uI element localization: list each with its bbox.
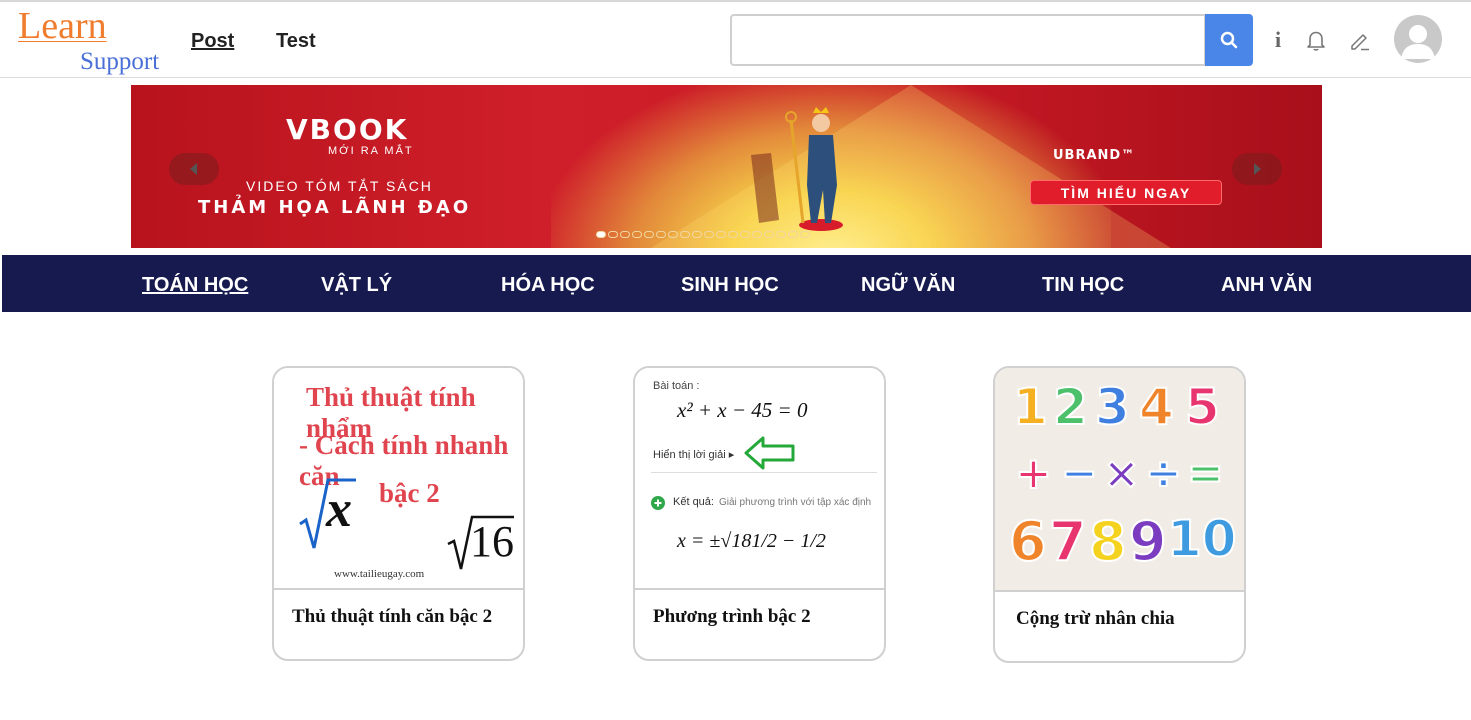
nav-post-link[interactable]: Post: [191, 30, 234, 53]
slide-dot[interactable]: [596, 231, 606, 238]
slide-dot[interactable]: [728, 231, 738, 238]
thumb-solution: x = ±√181/2 − 1/2: [677, 530, 826, 552]
banner-figure-illustration: [751, 107, 843, 231]
slide-dot[interactable]: [692, 231, 702, 238]
banner-line2: THẢM HỌA LÃNH ĐẠO: [198, 197, 472, 218]
card-title[interactable]: Phương trình bậc 2: [653, 606, 811, 628]
subject-tin-hoc[interactable]: TIN HỌC: [1042, 274, 1124, 297]
thumb-watermark: www.tailieugay.com: [334, 568, 425, 580]
slide-dot[interactable]: [608, 231, 618, 238]
pencil-icon[interactable]: [1348, 28, 1372, 52]
digit-10: 10: [1166, 509, 1238, 569]
subject-nav: TOÁN HỌC VẬT LÝ HÓA HỌC SINH HỌC NGỮ VĂN…: [2, 255, 1471, 312]
slide-dot[interactable]: [788, 231, 798, 238]
digit-5: 5: [1184, 377, 1221, 437]
slide-dot[interactable]: [668, 231, 678, 238]
logo-support-text[interactable]: Support: [80, 48, 159, 76]
thumb-line3: bậc 2: [379, 478, 440, 508]
subject-vat-ly[interactable]: VẬT LÝ: [321, 274, 392, 297]
chevron-left-icon[interactable]: [169, 153, 219, 185]
sqrt-x-text: x: [326, 481, 352, 538]
thumb-result-label: Kết quả:: [673, 496, 714, 508]
digit-6: 6: [1008, 509, 1048, 574]
card-thumbnail[interactable]: Bài toán : x² + x − 45 = 0 Hiển thị lời …: [635, 368, 884, 590]
slide-dot[interactable]: [716, 231, 726, 238]
sqrt-16-text: 16: [470, 517, 514, 566]
digit-1: 1: [1012, 377, 1049, 437]
banner-line1: VIDEO TÓM TẮT SÁCH: [246, 178, 433, 194]
card-thumbnail[interactable]: 1 2 3 4 5 + − × ÷ = 6 7 8 9 10: [995, 368, 1244, 592]
slide-dot[interactable]: [656, 231, 666, 238]
site-logo[interactable]: Learn Support: [18, 4, 168, 76]
slide-dot[interactable]: [680, 231, 690, 238]
search-button[interactable]: [1205, 14, 1253, 66]
lesson-card[interactable]: Bài toán : x² + x − 45 = 0 Hiển thị lời …: [633, 366, 886, 661]
slide-dot[interactable]: [632, 231, 642, 238]
slide-dot[interactable]: [800, 231, 810, 238]
operator-equals: =: [1186, 447, 1225, 500]
slide-dot[interactable]: [704, 231, 714, 238]
digit-7: 7: [1048, 509, 1088, 574]
slide-dot[interactable]: [644, 231, 654, 238]
slide-dot[interactable]: [776, 231, 786, 238]
operator-minus: −: [1060, 447, 1099, 500]
info-icon[interactable]: i: [1266, 27, 1290, 52]
plus-circle-icon: [651, 496, 665, 510]
logo-learn-text[interactable]: Learn: [18, 4, 107, 48]
slide-dot[interactable]: [752, 231, 762, 238]
digit-3: 3: [1094, 377, 1131, 437]
operator-times: ×: [1102, 447, 1141, 500]
search-icon: [1220, 31, 1238, 49]
search-input[interactable]: [730, 14, 1206, 66]
slide-dot[interactable]: [620, 231, 630, 238]
subject-hoa-hoc[interactable]: HÓA HỌC: [501, 274, 595, 297]
banner-beam: [651, 85, 1171, 248]
site-header: Learn Support Post Test i: [0, 2, 1471, 78]
subject-sinh-hoc[interactable]: SINH HỌC: [681, 274, 779, 297]
slide-indicators: [596, 231, 810, 238]
thumb-problem-label: Bài toán :: [653, 380, 700, 392]
thumb-result-desc: Giải phương trình với tập xác định: [719, 497, 872, 508]
banner-brand: VBOOK: [286, 113, 409, 146]
digit-4: 4: [1138, 377, 1175, 437]
slide-dot[interactable]: [764, 231, 774, 238]
subject-toan-hoc[interactable]: TOÁN HỌC: [142, 274, 248, 297]
subject-anh-van[interactable]: ANH VĂN: [1221, 274, 1312, 297]
lesson-card[interactable]: Thủ thuật tính nhẩm - Cách tính nhanh că…: [272, 366, 525, 661]
card-title[interactable]: Thủ thuật tính căn bậc 2: [292, 606, 492, 628]
bell-icon[interactable]: [1304, 28, 1328, 52]
banner-tagline: MỚI RA MẮT: [328, 145, 414, 157]
digit-8: 8: [1088, 509, 1128, 574]
arrow-left-icon: [744, 436, 795, 470]
digit-9: 9: [1128, 509, 1168, 574]
divider: [651, 472, 877, 473]
banner-cta-button[interactable]: TÌM HIỂU NGAY: [1030, 180, 1222, 205]
card-title[interactable]: Cộng trừ nhân chia: [1016, 608, 1175, 630]
banner-partner: UBRAND™: [1053, 148, 1136, 163]
lesson-card[interactable]: 1 2 3 4 5 + − × ÷ = 6 7 8 9 10 Cộng trừ …: [993, 366, 1246, 663]
operator-plus: +: [1014, 447, 1053, 500]
operator-divide: ÷: [1144, 447, 1183, 500]
digit-2: 2: [1052, 377, 1089, 437]
card-thumbnail[interactable]: Thủ thuật tính nhẩm - Cách tính nhanh că…: [274, 368, 523, 590]
thumb-equation: x² + x − 45 = 0: [677, 398, 808, 422]
nav-test-link[interactable]: Test: [276, 30, 316, 53]
chevron-right-icon[interactable]: [1232, 153, 1282, 185]
subject-ngu-van[interactable]: NGỮ VĂN: [861, 274, 955, 297]
thumb-show-solution: Hiển thị lời giải ▸: [653, 449, 735, 461]
slide-dot[interactable]: [740, 231, 750, 238]
promo-banner[interactable]: VBOOK MỚI RA MẮT VIDEO TÓM TẮT SÁCH THẢM…: [131, 85, 1322, 248]
user-avatar-icon[interactable]: [1394, 15, 1442, 63]
